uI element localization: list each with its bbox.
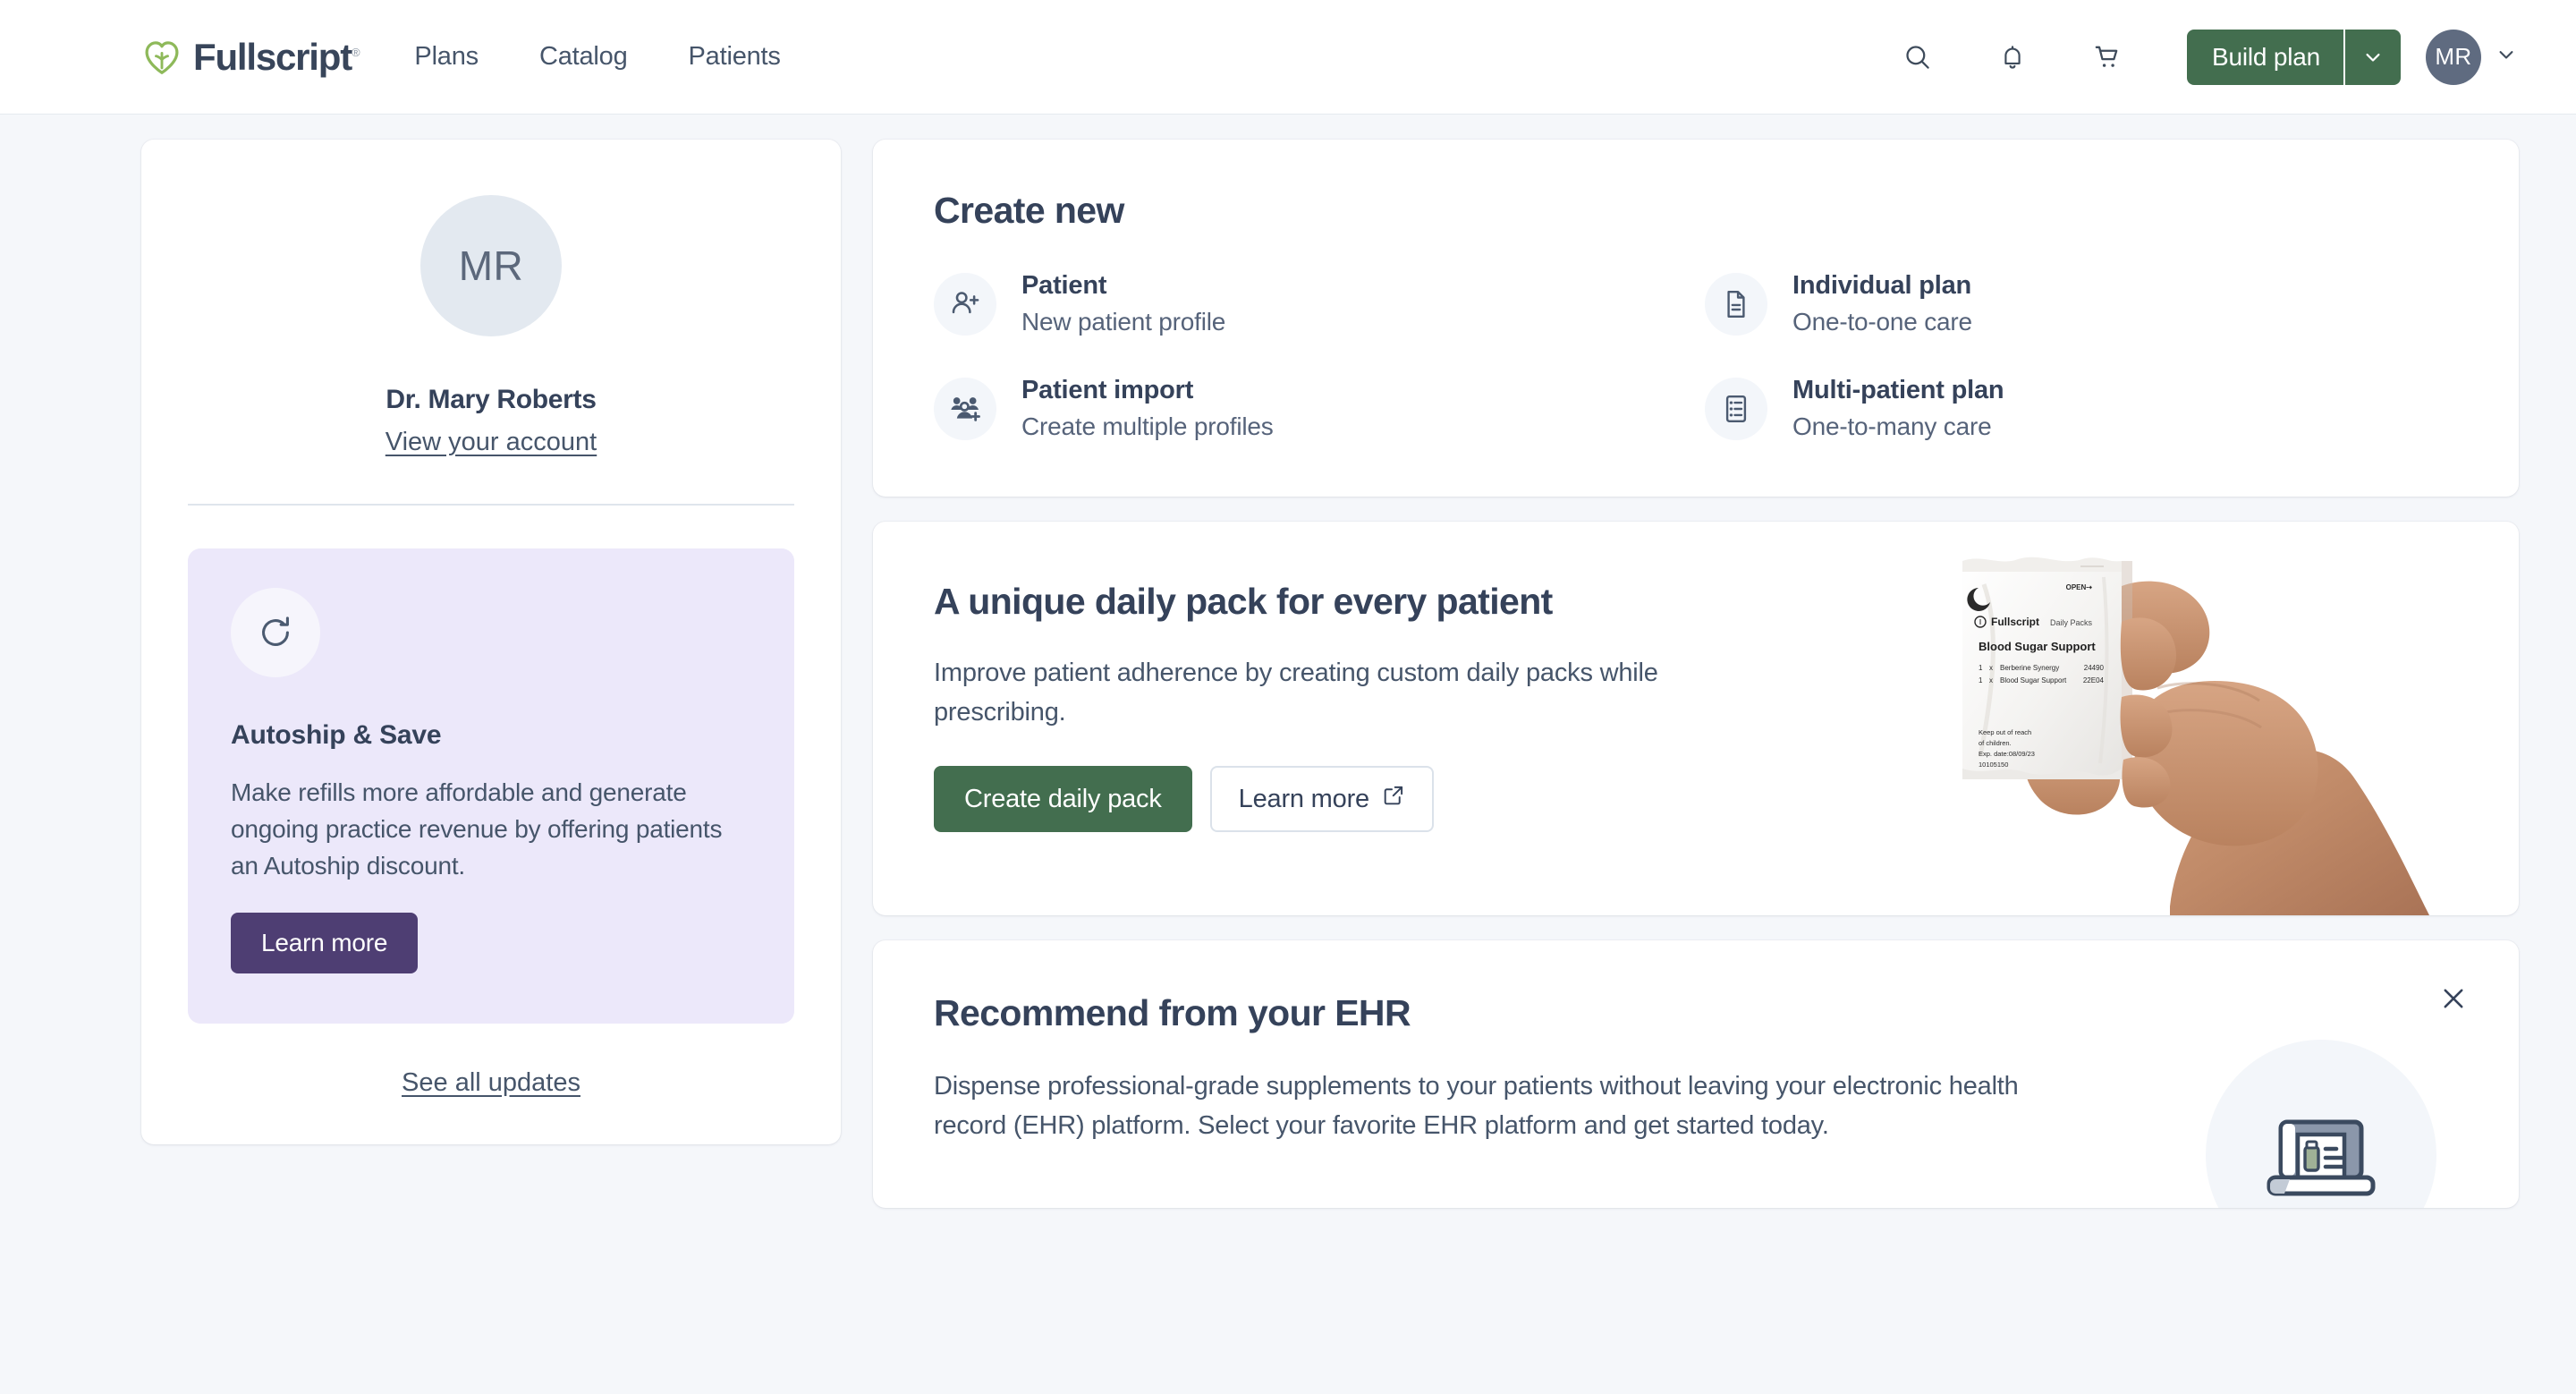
daily-pack-photo: OPEN⇢ Fullscript Daily Packs Blood Sugar… xyxy=(1962,557,2429,915)
svg-text:Exp. date:08/09/23: Exp. date:08/09/23 xyxy=(1979,750,2035,758)
nav-item-plans[interactable]: Plans xyxy=(414,42,479,72)
create-new-grid: Patient New patient profile Individual p… xyxy=(934,271,2458,441)
cart-icon[interactable] xyxy=(2081,31,2133,83)
svg-text:x: x xyxy=(1989,664,1993,672)
sachet-open-label: OPEN⇢ xyxy=(2066,583,2093,591)
see-all-updates-link[interactable]: See all updates xyxy=(188,1068,794,1098)
document-icon xyxy=(1705,272,1767,336)
learn-more-label: Learn more xyxy=(1238,784,1370,813)
svg-text:Daily Packs: Daily Packs xyxy=(2050,618,2093,627)
autoship-promo-card: Autoship & Save Make refills more afford… xyxy=(188,548,794,1024)
sachet-warning: Keep out of reach of children. Exp. date… xyxy=(1979,728,2035,769)
account-menu[interactable]: MR xyxy=(2426,29,2519,85)
promo-title: Autoship & Save xyxy=(231,720,442,750)
svg-text:Berberine Synergy: Berberine Synergy xyxy=(2000,664,2059,672)
create-item-subtitle: One-to-one care xyxy=(1792,308,1972,336)
nav-item-catalog[interactable]: Catalog xyxy=(539,42,628,72)
build-plan-split-button: Build plan xyxy=(2187,29,2401,85)
daily-pack-body: Improve patient adherence by creating cu… xyxy=(934,659,1658,727)
leaf-heart-icon xyxy=(141,37,182,78)
create-item-subtitle: Create multiple profiles xyxy=(1021,412,1274,440)
create-item-subtitle: New patient profile xyxy=(1021,308,1226,336)
left-sidebar-column: MR Dr. Mary Roberts View your account Au… xyxy=(141,140,841,1145)
create-item-multi-patient-plan[interactable]: Multi-patient plan One-to-many care xyxy=(1705,376,2458,441)
create-item-individual-plan[interactable]: Individual plan One-to-one care xyxy=(1705,271,2458,336)
checklist-icon xyxy=(1705,377,1767,440)
top-navigation-bar: Fullscript® Plans Catalog Patients Build… xyxy=(0,0,2576,115)
svg-text:of children.: of children. xyxy=(1979,739,2012,747)
create-item-title: Patient xyxy=(1021,271,1107,300)
svg-text:Keep out of reach: Keep out of reach xyxy=(1979,728,2031,736)
sachet-items: 1x Berberine Synergy 24490 1x Blood Sugar… xyxy=(1979,664,2105,684)
user-plus-icon xyxy=(934,272,996,336)
promo-learn-more-button[interactable]: Learn more xyxy=(231,913,419,974)
profile-card: MR Dr. Mary Roberts View your account Au… xyxy=(141,140,841,1145)
users-plus-icon xyxy=(934,377,996,440)
primary-nav: Plans Catalog Patients xyxy=(414,42,780,72)
daily-pack-title: A unique daily pack for every patient xyxy=(934,581,1553,622)
create-item-patient[interactable]: Patient New patient profile xyxy=(934,271,1687,336)
ehr-title: Recommend from your EHR xyxy=(934,992,1411,1033)
view-your-account-link[interactable]: View your account xyxy=(188,428,794,457)
create-item-title: Multi-patient plan xyxy=(1792,376,2004,404)
profile-avatar: MR xyxy=(420,195,562,336)
page-content: MR Dr. Mary Roberts View your account Au… xyxy=(0,115,2576,1209)
ehr-card: Recommend from your EHR Dispense profess… xyxy=(873,940,2519,1209)
svg-text:10105150: 10105150 xyxy=(1979,761,2008,769)
laptop-supplement-icon xyxy=(2206,1040,2436,1209)
fullscript-logo[interactable]: Fullscript® xyxy=(141,35,360,79)
svg-text:Fullscript: Fullscript xyxy=(1991,616,2039,628)
svg-text:x: x xyxy=(1989,676,1993,684)
svg-text:24490: 24490 xyxy=(2084,664,2105,672)
create-item-patient-import[interactable]: Patient import Create multiple profiles xyxy=(934,376,1687,441)
create-item-subtitle: One-to-many care xyxy=(1792,412,1992,440)
svg-text:1: 1 xyxy=(1979,676,1983,684)
create-item-title: Patient import xyxy=(1021,376,1194,404)
main-column: Create new Patient New patient profile I… xyxy=(873,140,2519,1209)
create-daily-pack-button[interactable]: Create daily pack xyxy=(934,766,1192,833)
ehr-body: Dispense professional-grade supplements … xyxy=(934,1072,2019,1141)
close-icon[interactable] xyxy=(2433,978,2474,1019)
daily-pack-banner: A unique daily pack for every patient Im… xyxy=(873,522,2519,915)
search-icon[interactable] xyxy=(1892,31,1944,83)
registered-mark: ® xyxy=(352,45,360,59)
daily-pack-learn-more-button[interactable]: Learn more xyxy=(1209,766,1434,833)
divider xyxy=(188,504,794,506)
chevron-down-icon xyxy=(2494,42,2519,72)
bell-icon[interactable] xyxy=(1987,31,2038,83)
top-bar-actions: Build plan MR xyxy=(1849,29,2519,85)
create-new-title: Create new xyxy=(934,190,1124,231)
svg-text:Blood Sugar Support: Blood Sugar Support xyxy=(2000,676,2067,684)
external-link-icon xyxy=(1382,784,1405,814)
daily-pack-text: A unique daily pack for every patient Im… xyxy=(934,581,1739,833)
build-plan-button[interactable]: Build plan xyxy=(2187,30,2343,85)
refresh-icon xyxy=(231,588,320,677)
sachet-title: Blood Sugar Support xyxy=(1979,640,2096,653)
brand-wordmark: Fullscript® xyxy=(193,35,360,78)
svg-text:1: 1 xyxy=(1979,664,1983,672)
daily-pack-actions: Create daily pack Learn more xyxy=(934,766,1739,833)
create-item-title: Individual plan xyxy=(1792,271,1972,300)
create-new-card: Create new Patient New patient profile I… xyxy=(873,140,2519,497)
svg-text:22E04: 22E04 xyxy=(2083,676,2105,684)
avatar: MR xyxy=(2426,29,2481,85)
profile-name: Dr. Mary Roberts xyxy=(386,385,597,414)
sachet-brand-line: Fullscript Daily Packs xyxy=(1974,616,2093,628)
nav-item-patients[interactable]: Patients xyxy=(689,42,781,72)
chevron-down-icon[interactable] xyxy=(2343,29,2401,85)
promo-body: Make refills more affordable and generat… xyxy=(231,778,723,880)
